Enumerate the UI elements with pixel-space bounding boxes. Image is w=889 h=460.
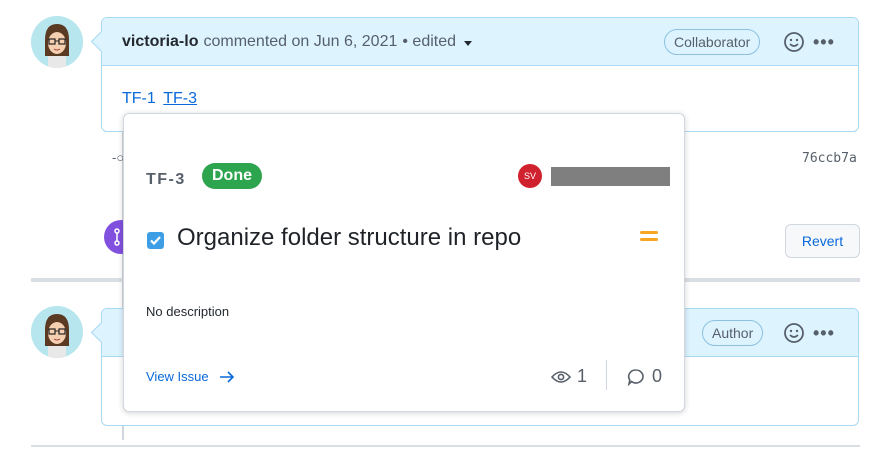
- comment-author[interactable]: victoria-lo: [122, 33, 198, 51]
- comments-count[interactable]: 0: [627, 366, 662, 387]
- add-reaction-icon[interactable]: [783, 31, 805, 53]
- comment-header: victoria-lo commented on Jun 6, 2021 • e…: [102, 18, 858, 66]
- more-options-icon[interactable]: •••: [813, 33, 835, 51]
- avatar[interactable]: [31, 16, 83, 68]
- eye-icon: [551, 370, 571, 383]
- divider: [606, 360, 607, 390]
- task-checkbox-icon: [147, 232, 164, 249]
- comment-icon: [627, 368, 644, 386]
- comment-meta[interactable]: commented on Jun 6, 2021: [203, 33, 397, 51]
- revert-button[interactable]: Revert: [785, 224, 860, 258]
- issue-key[interactable]: TF-3: [146, 171, 186, 189]
- view-issue-label[interactable]: View Issue: [146, 369, 209, 384]
- medium-priority-icon: [640, 229, 658, 243]
- status-badge: Done: [202, 163, 262, 189]
- more-options-icon[interactable]: •••: [813, 324, 835, 342]
- issue-title[interactable]: Organize folder structure in repo: [177, 224, 521, 252]
- add-reaction-icon[interactable]: [783, 322, 805, 344]
- issue-description: No description: [146, 304, 230, 319]
- avatar[interactable]: [31, 306, 83, 358]
- author-badge: Author: [702, 320, 764, 346]
- edited-label[interactable]: • edited: [402, 33, 456, 51]
- comments-value: 0: [652, 366, 663, 386]
- commit-sha[interactable]: 76ccb7a: [802, 151, 857, 166]
- assignee-avatar[interactable]: SV: [518, 164, 542, 188]
- issue-hover-card: TF-3 Done SV Organize folder structure i…: [123, 113, 685, 412]
- collaborator-badge: Collaborator: [664, 29, 761, 55]
- chevron-down-icon[interactable]: [464, 40, 473, 46]
- watchers-value: 1: [577, 366, 588, 386]
- arrow-right-icon: [219, 370, 234, 383]
- view-issue-link[interactable]: View Issue: [146, 369, 235, 384]
- issue-link-tf-3[interactable]: TF-3: [163, 90, 197, 107]
- watchers-count[interactable]: 1: [551, 366, 587, 387]
- section-divider: [31, 445, 860, 447]
- assignee-name-redacted: [551, 167, 670, 186]
- issue-link-tf-1[interactable]: TF-1: [122, 90, 156, 107]
